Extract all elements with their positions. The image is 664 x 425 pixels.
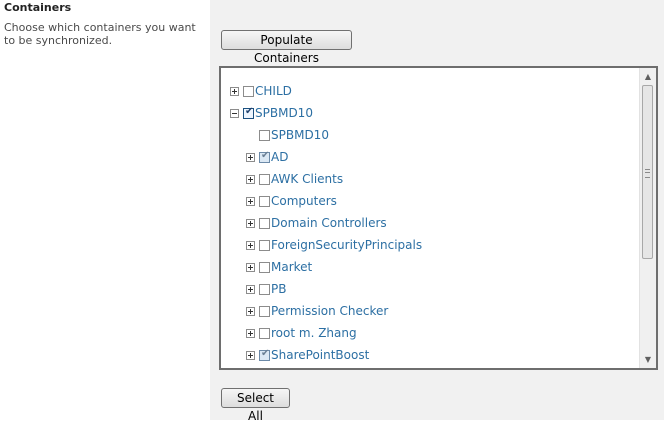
expand-plus-icon[interactable] [246, 240, 255, 250]
tree-node[interactable]: AWK Clients [246, 170, 343, 188]
tree-node-label[interactable]: Domain Controllers [271, 216, 387, 230]
expand-plus-icon[interactable] [246, 152, 255, 162]
tree-node-label[interactable]: PB [271, 282, 286, 296]
section-description: Choose which containers you want to be s… [4, 21, 196, 47]
scrollbar-thumb[interactable] [642, 85, 653, 259]
tree-node-label[interactable]: CHILD [255, 84, 292, 98]
section-title: Containers [4, 1, 72, 14]
tree-node[interactable]: root m. Zhang [246, 324, 357, 342]
expand-plus-icon[interactable] [246, 328, 255, 338]
node-checkbox[interactable] [243, 106, 254, 119]
tree-node-label[interactable]: ForeignSecurityPrincipals [271, 238, 422, 252]
scroll-up-arrow-icon[interactable]: ▲ [640, 68, 656, 85]
expand-plus-icon[interactable] [246, 284, 255, 294]
node-checkbox[interactable] [259, 195, 270, 207]
node-checkbox[interactable] [243, 85, 254, 97]
node-checkbox[interactable] [259, 283, 270, 295]
node-checkbox[interactable] [259, 239, 270, 251]
select-all-button[interactable]: Select All [221, 388, 290, 423]
section-description-column: Containers Choose which containers you w… [0, 0, 210, 420]
tree-node[interactable]: AD [246, 148, 288, 166]
tree-node-label[interactable]: AWK Clients [271, 172, 343, 186]
scroll-grip-icon [645, 169, 650, 178]
node-checkbox[interactable] [259, 173, 270, 185]
node-checkbox[interactable] [259, 327, 270, 339]
populate-containers-button[interactable]: Populate Containers [221, 30, 352, 65]
expand-plus-icon[interactable] [246, 306, 255, 316]
collapse-minus-icon[interactable] [230, 108, 239, 118]
expand-plus-icon[interactable] [230, 86, 239, 96]
node-checkbox[interactable] [259, 261, 270, 273]
expand-plus-icon[interactable] [246, 262, 255, 272]
node-checkbox[interactable] [259, 348, 270, 361]
tree-node-label[interactable]: AD [271, 150, 288, 164]
tree-node[interactable]: SPBMD10 [259, 126, 329, 144]
node-checkbox[interactable] [259, 217, 270, 229]
tree-node-label[interactable]: root m. Zhang [271, 326, 357, 340]
tree-node[interactable]: Computers [246, 192, 337, 210]
tree-node[interactable]: Permission Checker [246, 302, 388, 320]
node-checkbox[interactable] [259, 305, 270, 317]
expand-plus-icon[interactable] [246, 196, 255, 206]
tree-node[interactable]: PB [246, 280, 286, 298]
expand-plus-icon[interactable] [246, 350, 255, 360]
node-checkbox[interactable] [259, 129, 270, 141]
node-checkbox[interactable] [259, 150, 270, 163]
tree-node-label[interactable]: Market [271, 260, 312, 274]
tree-scrollbar[interactable]: ▲ ▼ [639, 68, 656, 368]
tree-node-label[interactable]: Computers [271, 194, 337, 208]
tree-node[interactable]: Domain Controllers [246, 214, 387, 232]
expand-plus-icon[interactable] [246, 218, 255, 228]
containers-tree[interactable]: CHILD SPBMD10 SPBMD10 AD AWK Clients Computer… [219, 66, 658, 370]
scroll-down-arrow-icon[interactable]: ▼ [640, 351, 656, 368]
tree-node-label[interactable]: SharePointBoost [271, 348, 369, 362]
tree-node-label[interactable]: Permission Checker [271, 304, 388, 318]
tree-node[interactable]: SPBMD10 [230, 104, 313, 122]
tree-node-label[interactable]: SPBMD10 [271, 128, 329, 142]
tree-node[interactable]: CHILD [230, 82, 292, 100]
tree-node-label[interactable]: SPBMD10 [255, 106, 313, 120]
expand-plus-icon[interactable] [246, 174, 255, 184]
tree-node[interactable]: ForeignSecurityPrincipals [246, 236, 422, 254]
tree-node[interactable]: Market [246, 258, 312, 276]
tree-node[interactable]: SharePointBoost [246, 346, 369, 364]
